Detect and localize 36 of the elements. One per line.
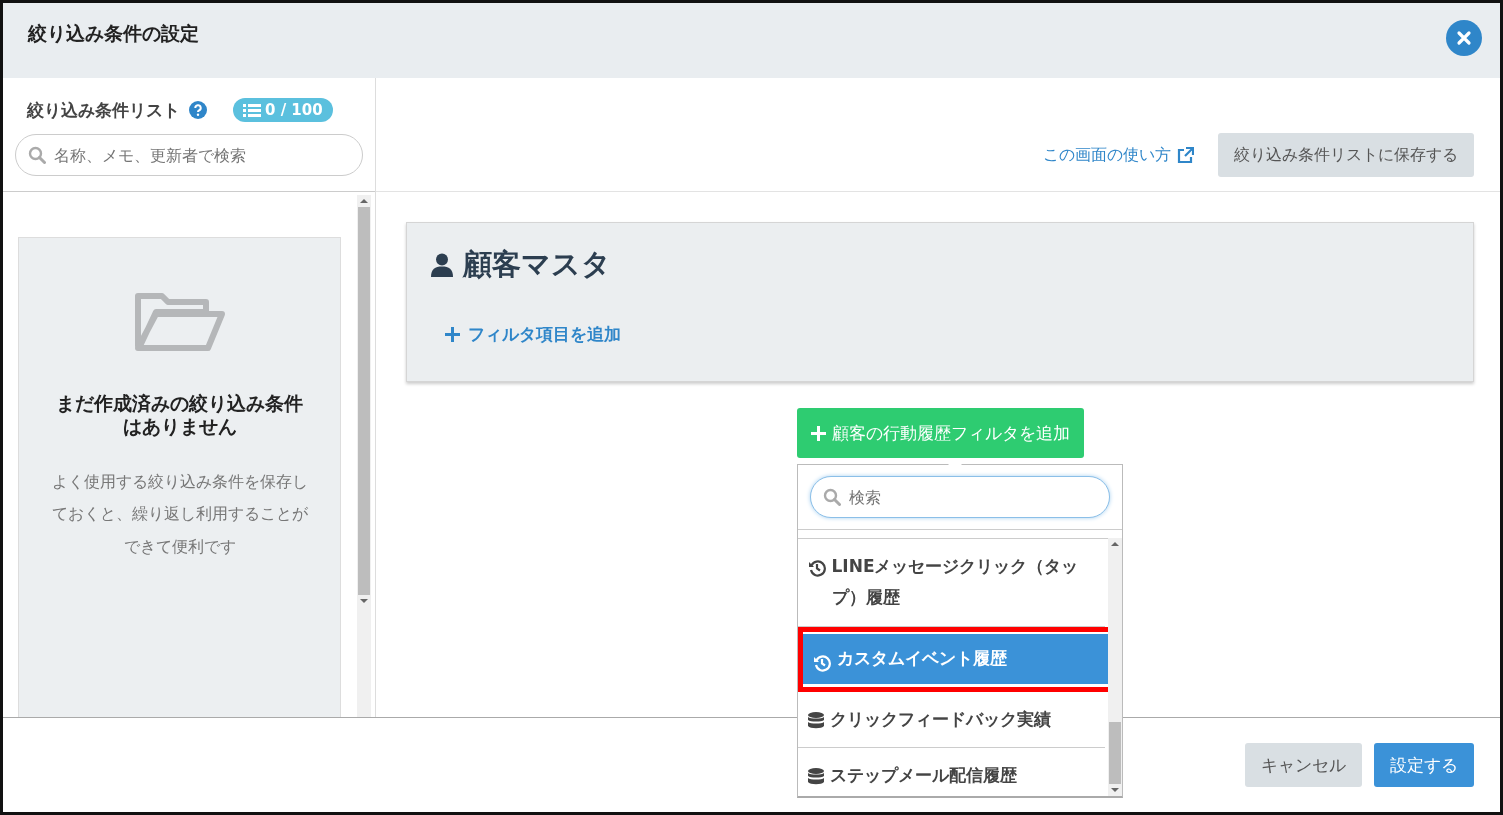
cancel-button[interactable]: キャンセル bbox=[1245, 743, 1362, 787]
help-icon[interactable] bbox=[189, 101, 207, 119]
person-icon bbox=[431, 253, 453, 277]
list-title: 絞り込み条件リスト bbox=[27, 98, 180, 122]
add-filter-link[interactable]: フィルタ項目を追加 bbox=[445, 323, 1449, 346]
search-field[interactable]: 検索 bbox=[809, 476, 1110, 518]
card-title: 顧客マスタ bbox=[463, 246, 611, 283]
dropdown-item[interactable]: LINEメッセージクリック（タップ）履歴 bbox=[797, 539, 1105, 626]
list-icon bbox=[243, 103, 261, 117]
close-icon bbox=[1456, 30, 1472, 46]
help-link[interactable]: この画面の使い方 bbox=[1043, 145, 1194, 166]
dialog-title: 絞り込み条件の設定 bbox=[28, 21, 199, 46]
search-icon bbox=[28, 146, 46, 164]
scrollbar[interactable] bbox=[357, 195, 371, 717]
plus-icon bbox=[445, 327, 460, 342]
confirm-button[interactable]: 設定する bbox=[1374, 743, 1474, 787]
scroll-thumb[interactable] bbox=[358, 207, 370, 595]
dropdown-item[interactable]: ステップメール配信履歴 bbox=[797, 748, 1105, 796]
empty-message: よく使用する絞り込み条件を保存しておくと、繰り返し利用することができて便利です bbox=[50, 470, 309, 559]
save-button[interactable]: 絞り込み条件リストに保存する bbox=[1218, 133, 1474, 177]
external-link-icon bbox=[1177, 147, 1194, 164]
dropdown-item[interactable]: クリックフィードバック実績 bbox=[797, 691, 1105, 748]
dropdown-item[interactable]: カスタムイベント履歴 bbox=[802, 633, 1108, 684]
scroll-thumb[interactable] bbox=[1108, 722, 1121, 784]
scrollbar[interactable] bbox=[1107, 538, 1122, 796]
folder-icon bbox=[133, 290, 226, 352]
history-icon bbox=[812, 653, 831, 672]
database-icon bbox=[807, 711, 824, 730]
search-field[interactable]: 名称、メモ、更新者で検索 bbox=[15, 134, 363, 176]
search-icon bbox=[822, 488, 841, 506]
count-text: 0 / 100 bbox=[265, 101, 323, 119]
history-icon bbox=[807, 559, 826, 577]
empty-heading: まだ作成済みの絞り込み条件はありません bbox=[55, 392, 304, 438]
close-button[interactable] bbox=[1446, 20, 1482, 56]
plus-icon bbox=[810, 425, 826, 441]
database-icon bbox=[807, 768, 824, 787]
